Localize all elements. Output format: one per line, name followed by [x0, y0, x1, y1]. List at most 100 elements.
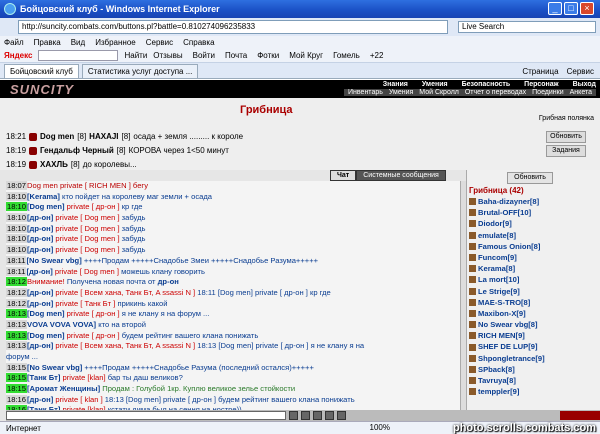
chat-nick[interactable]: [др-он]: [26, 267, 52, 276]
toolbar-item[interactable]: Войти: [193, 51, 215, 60]
close-button[interactable]: ×: [580, 2, 594, 15]
player-name[interactable]: Maxibon-X[9]: [478, 308, 526, 319]
player-name[interactable]: Famous Onion[8]: [478, 241, 540, 252]
player-name[interactable]: Funcom[9]: [478, 252, 517, 263]
tasks-button[interactable]: Задания: [546, 145, 586, 157]
chat-nick[interactable]: [Kerama]: [27, 192, 60, 201]
chat-time[interactable]: 18:10: [6, 213, 28, 223]
chat-nick[interactable]: [No Swear vbg]: [26, 256, 81, 265]
chat-input[interactable]: [6, 411, 286, 420]
player-name[interactable]: temppler[9]: [478, 386, 519, 397]
chat-nick[interactable]: [др-он]: [27, 395, 53, 404]
maximize-button[interactable]: □: [564, 2, 578, 15]
refresh-room-button[interactable]: Обновить: [546, 131, 586, 143]
toolbar-item[interactable]: Гомель: [333, 51, 360, 60]
player-name[interactable]: Le Strige[9]: [478, 286, 520, 297]
player-name[interactable]: La mort[10]: [478, 274, 519, 285]
menu-item[interactable]: Файл: [4, 38, 24, 47]
yandex-logo[interactable]: Яндекс: [4, 51, 32, 60]
clear-button[interactable]: [313, 411, 322, 420]
chat-nick[interactable]: [др-он]: [27, 234, 53, 243]
smiles-button[interactable]: [301, 411, 310, 420]
chat-nick[interactable]: [Dog men]: [27, 331, 65, 340]
toolbar-item[interactable]: Отзывы: [153, 51, 182, 60]
url-field[interactable]: http://suncity.combats.com/buttons.pl?ba…: [18, 20, 448, 34]
chat-time[interactable]: 18:10: [6, 245, 28, 255]
menu-item[interactable]: Вид: [71, 38, 85, 47]
menu-item[interactable]: Избранное: [95, 38, 136, 47]
player-name[interactable]: RICH MEN[9]: [478, 330, 525, 341]
chat-nick[interactable]: [Танк Бт]: [27, 373, 60, 382]
chat-time[interactable]: 18:10: [6, 202, 28, 212]
chat-nick[interactable]: VOVA VOVA VOVA]: [27, 320, 96, 329]
game-submenu-item[interactable]: Отчет о переводах: [465, 89, 526, 96]
zoom-level[interactable]: 100%: [370, 423, 390, 432]
chat-time[interactable]: 18:12: [6, 287, 28, 297]
chat-nick[interactable]: [Dog men]: [27, 309, 65, 318]
yandex-search-input[interactable]: [38, 50, 119, 61]
chat-tab[interactable]: Чат: [330, 170, 357, 181]
game-submenu-item[interactable]: Анкета: [570, 89, 592, 96]
chat-time[interactable]: 18:13: [6, 330, 28, 340]
player-name[interactable]: Diodor[9]: [478, 218, 512, 229]
game-menu-item[interactable]: Безопасность: [462, 81, 511, 88]
chat-time[interactable]: 18:10: [6, 191, 28, 201]
tab-control[interactable]: Страница: [522, 65, 558, 78]
chat-time[interactable]: 18:13: [6, 341, 28, 351]
player-name[interactable]: HAXAJI: [89, 132, 118, 141]
chat-time[interactable]: 18:15: [6, 384, 28, 394]
chat-nick[interactable]: [др-он]: [27, 245, 53, 254]
send-button[interactable]: [289, 411, 298, 420]
game-menu-item[interactable]: Знания: [383, 81, 408, 88]
game-submenu-item[interactable]: Поединки: [532, 89, 564, 96]
chat-time[interactable]: 18:10: [6, 223, 28, 233]
chat-nick[interactable]: [др-он]: [27, 299, 53, 308]
chat-time[interactable]: 18:11: [6, 266, 27, 276]
player-name[interactable]: No Swear vbg[8]: [478, 319, 538, 330]
update-list-button[interactable]: Обновить: [507, 172, 553, 184]
toolbar-item[interactable]: Мой Круг: [289, 51, 323, 60]
chat-time[interactable]: 18:13: [6, 309, 28, 319]
player-name[interactable]: emulate[8]: [478, 230, 516, 241]
chat-time[interactable]: 18:15: [6, 373, 28, 383]
game-menu-item[interactable]: Выход: [573, 81, 596, 88]
location-label[interactable]: Грибная полянка: [539, 115, 594, 122]
chat-nick[interactable]: [No Swear vbg]: [27, 363, 82, 372]
toolbar-item[interactable]: Почта: [225, 51, 247, 60]
chat-tab[interactable]: Системные сообщения: [356, 170, 446, 181]
toolbar-item[interactable]: Фотки: [257, 51, 279, 60]
player-name[interactable]: Baha-dizayner[8]: [478, 196, 539, 207]
game-submenu-item[interactable]: Мой Скролл: [419, 89, 459, 96]
browser-tab[interactable]: Статистика услуг доступа ...: [81, 64, 199, 78]
player-name[interactable]: Tavruya[8]: [478, 375, 516, 386]
player-name[interactable]: Гендальф Черный: [40, 146, 114, 155]
player-name[interactable]: ХАХЛЬ: [40, 160, 68, 169]
chat-time[interactable]: 18:12: [6, 298, 28, 308]
game-menu-item[interactable]: Умения: [422, 81, 448, 88]
tab-control[interactable]: Сервис: [567, 65, 594, 78]
chat-nick[interactable]: др-он: [158, 277, 179, 286]
chat-settings-button[interactable]: [337, 411, 346, 420]
chat-nick[interactable]: [др-он]: [27, 224, 53, 233]
game-submenu-item[interactable]: Инвентарь: [348, 89, 383, 96]
find-button[interactable]: Найти: [124, 51, 147, 60]
chat-time[interactable]: 18:16: [6, 394, 28, 404]
player-name[interactable]: MAE-S-TRO[8]: [478, 297, 530, 308]
chat-nick[interactable]: [Dog men]: [27, 202, 65, 211]
chat-nick[interactable]: [др-он]: [27, 288, 53, 297]
chat-nick[interactable]: [др-он]: [27, 213, 53, 222]
minimize-button[interactable]: _: [548, 2, 562, 15]
player-name[interactable]: SPback[8]: [478, 364, 515, 375]
chat-time[interactable]: 18:07: [6, 181, 28, 190]
player-name[interactable]: SHEF DE LUP[9]: [478, 341, 538, 352]
chat-time[interactable]: 18:10: [6, 234, 28, 244]
game-submenu-item[interactable]: Умения: [389, 89, 413, 96]
toolbar-item[interactable]: +22: [370, 51, 384, 60]
chat-nick[interactable]: [Аромат Женщины]: [27, 384, 100, 393]
menu-item[interactable]: Справка: [183, 38, 214, 47]
player-name[interactable]: Shpongletrance[9]: [478, 353, 545, 364]
browser-tab[interactable]: Бойцовский клуб: [4, 64, 79, 78]
menu-item[interactable]: Правка: [34, 38, 61, 47]
player-name[interactable]: Kerama[8]: [478, 263, 515, 274]
chat-time[interactable]: 18:12: [6, 277, 28, 287]
